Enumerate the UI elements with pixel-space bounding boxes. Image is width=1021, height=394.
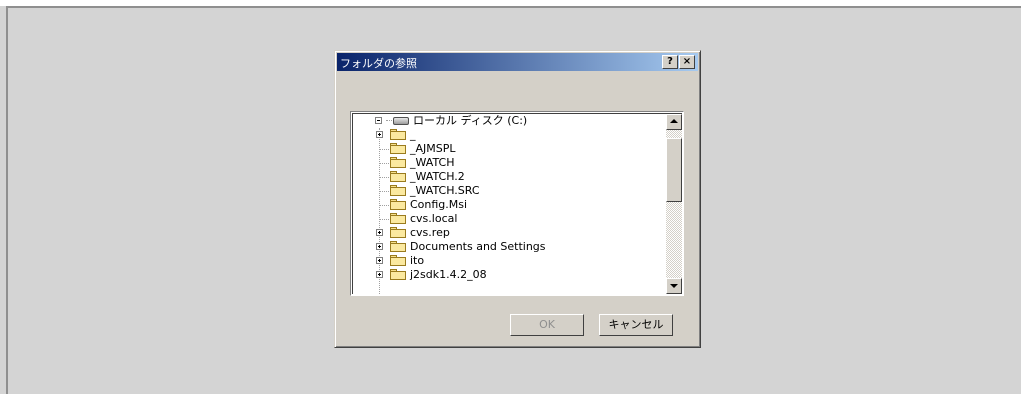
- ok-button[interactable]: OK: [510, 314, 584, 336]
- tree-connector-line: [379, 128, 380, 294]
- expand-icon[interactable]: [376, 271, 383, 278]
- tree-node-label: _: [410, 128, 416, 141]
- folder-icon: [390, 241, 406, 252]
- folder-icon: [390, 213, 406, 224]
- expand-icon[interactable]: [376, 131, 383, 138]
- dialog-title: フォルダの参照: [340, 57, 417, 70]
- dialog-titlebar[interactable]: フォルダの参照 ? ×: [337, 53, 698, 71]
- folder-icon: [390, 255, 406, 266]
- tree-node-label: ローカル ディスク (C:): [413, 114, 528, 127]
- folder-icon: [390, 199, 406, 210]
- folder-icon: [390, 129, 406, 140]
- collapse-icon[interactable]: [375, 117, 382, 124]
- tree-node-label: Config.Msi: [410, 198, 468, 211]
- folder-icon: [390, 143, 406, 154]
- folder-icon: [390, 227, 406, 238]
- close-button[interactable]: ×: [679, 55, 695, 69]
- tree-node-label: ito: [410, 254, 425, 267]
- folder-icon: [390, 171, 406, 182]
- vertical-scrollbar[interactable]: [666, 114, 682, 294]
- tree-node-label: j2sdk1.4.2_08: [410, 268, 487, 281]
- tree-node-label: _WATCH: [410, 156, 455, 169]
- tree-node-label: cvs.rep: [410, 226, 450, 239]
- tree-node-label: cvs.local: [410, 212, 458, 225]
- cancel-button[interactable]: キャンセル: [599, 314, 673, 336]
- arrow-down-icon: [670, 284, 678, 288]
- folder-icon: [390, 185, 406, 196]
- folder-tree-view[interactable]: ローカル ディスク (C:) _ _AJMSPL _WATCH _WATCH.2…: [350, 111, 684, 296]
- scrollbar-thumb[interactable]: [666, 138, 682, 202]
- tree-node-label: Documents and Settings: [410, 240, 546, 253]
- scroll-up-button[interactable]: [666, 114, 682, 130]
- help-button[interactable]: ?: [662, 55, 678, 69]
- arrow-up-icon: [670, 119, 678, 123]
- folder-icon: [390, 157, 406, 168]
- drive-icon: [393, 117, 409, 125]
- scroll-down-button[interactable]: [666, 278, 682, 294]
- folder-icon: [390, 269, 406, 280]
- expand-icon[interactable]: [376, 257, 383, 264]
- browse-folder-dialog: フォルダの参照 ? × ローカル ディスク (C:) _ _AJMSPL _WA…: [334, 50, 701, 348]
- tree-node-label: _WATCH.SRC: [410, 184, 480, 197]
- tree-node-label: _WATCH.2: [410, 170, 465, 183]
- expand-icon[interactable]: [376, 229, 383, 236]
- tree-connector-line: [386, 120, 392, 121]
- tree-node-label: _AJMSPL: [410, 142, 456, 155]
- expand-icon[interactable]: [376, 243, 383, 250]
- folder-tree: ローカル ディスク (C:) _ _AJMSPL _WATCH _WATCH.2…: [353, 114, 666, 294]
